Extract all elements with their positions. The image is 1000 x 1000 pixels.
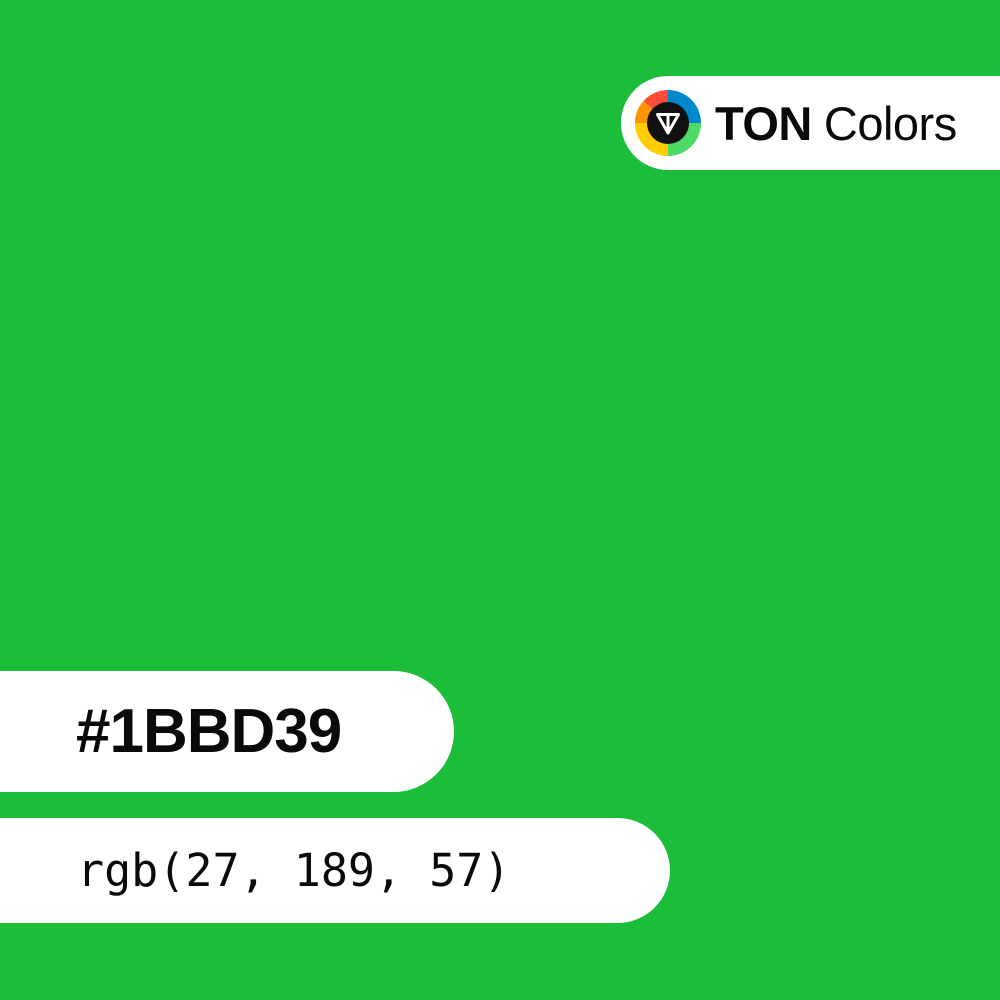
color-swatch: TON Colors #1BBD39 rgb(27, 189, 57) (0, 0, 1000, 1000)
brand-name-strong: TON (715, 96, 812, 150)
brand-name: TON Colors (715, 100, 957, 147)
hex-code: #1BBD39 (76, 696, 342, 766)
rgb-code: rgb(27, 189, 57) (77, 844, 511, 897)
hex-code-pill: #1BBD39 (0, 671, 454, 792)
ton-colors-logo-icon (635, 90, 701, 156)
brand-badge: TON Colors (621, 76, 1000, 170)
rgb-code-pill: rgb(27, 189, 57) (0, 818, 670, 923)
brand-name-light: Colors (823, 96, 957, 150)
